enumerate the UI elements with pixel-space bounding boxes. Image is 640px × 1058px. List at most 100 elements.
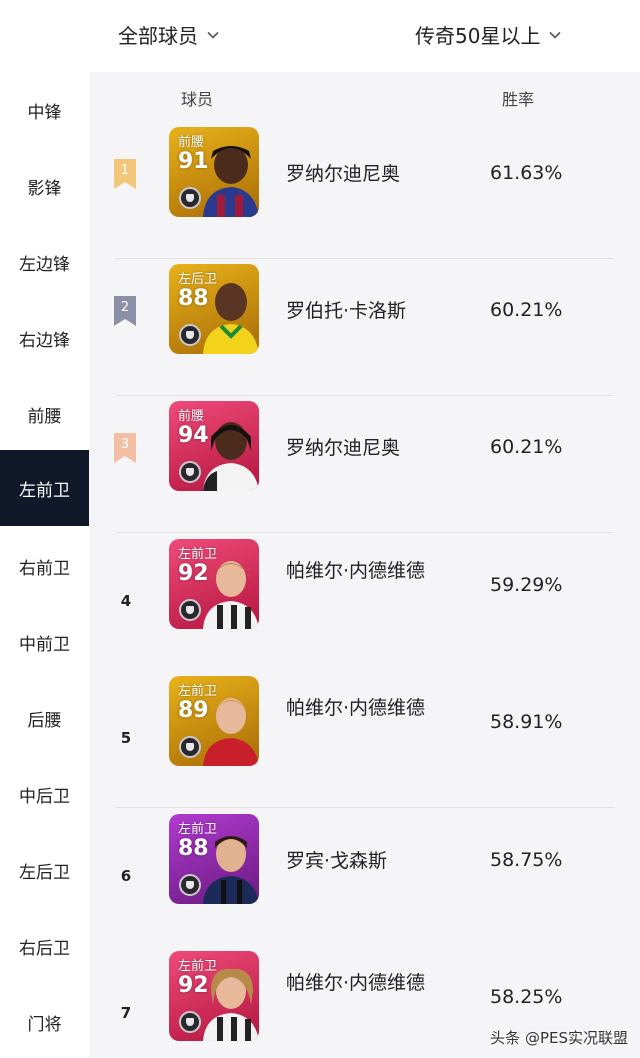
table-header: 球员 胜率 [89, 72, 640, 122]
player-rating: 89 [178, 698, 209, 723]
win-rate: 58.91% [490, 711, 563, 733]
player-rating: 94 [178, 423, 209, 448]
sidebar-item-lb[interactable]: 左后卫 [0, 832, 89, 908]
card-type-badge-icon [179, 874, 201, 896]
chevron-down-icon [207, 31, 219, 39]
table-row[interactable]: 6 左前卫 88 罗宾·戈森斯 58.75% [89, 809, 640, 946]
player-rating: 92 [178, 973, 209, 998]
sidebar-item-label: 中锋 [27, 102, 62, 123]
card-type-badge-icon [179, 1011, 201, 1033]
player-position-label: 左前卫 [178, 547, 218, 562]
sidebar-item-label: 右前卫 [19, 558, 70, 579]
player-position-label: 左前卫 [178, 822, 218, 837]
card-type-badge-icon [179, 736, 201, 758]
sidebar-item-cmf[interactable]: 中前卫 [0, 604, 89, 680]
sidebar-item-label: 后腰 [27, 710, 62, 731]
card-level-dropdown[interactable]: 传奇50星以上 [415, 20, 562, 49]
player-position-label: 前腰 [178, 409, 205, 424]
card-level-label: 传奇50星以上 [415, 24, 541, 48]
player-rating: 88 [178, 836, 209, 861]
row-divider [115, 807, 614, 808]
sidebar-item-lmf[interactable]: 左前卫 [0, 450, 89, 526]
rank-number: 7 [120, 1004, 132, 1022]
column-header-win-rate: 胜率 [502, 90, 535, 109]
sidebar-item-cb[interactable]: 中后卫 [0, 756, 89, 832]
rank-silver-icon: 2 [114, 296, 136, 326]
sidebar-item-dmf[interactable]: 后腰 [0, 680, 89, 756]
player-category-label: 全部球员 [118, 24, 198, 48]
player-card[interactable]: 前腰 94 [169, 401, 259, 491]
chevron-down-icon [549, 31, 562, 39]
win-rate: 59.29% [490, 574, 563, 596]
player-name: 罗宾·戈森斯 [286, 850, 388, 872]
card-type-badge-icon [179, 599, 201, 621]
rank-number: 1 [120, 163, 130, 178]
sidebar-item-label: 中后卫 [19, 786, 70, 807]
player-position-label: 左前卫 [178, 959, 218, 974]
sidebar-item-label: 左后卫 [19, 862, 70, 883]
player-name: 帕维尔·内德维德 [286, 972, 426, 994]
win-rate: 60.21% [490, 299, 563, 321]
player-card[interactable]: 左前卫 89 [169, 676, 259, 766]
sidebar-item-rwf[interactable]: 右边锋 [0, 300, 89, 376]
rank-number: 6 [120, 867, 132, 885]
row-divider [115, 532, 614, 533]
player-name: 罗伯托·卡洛斯 [286, 300, 407, 322]
win-rate: 61.63% [490, 162, 563, 184]
player-position-label: 左前卫 [178, 684, 218, 699]
player-name: 罗纳尔迪尼奥 [286, 437, 401, 459]
player-position-label: 左后卫 [178, 272, 218, 287]
sidebar-item-label: 左边锋 [19, 254, 70, 275]
rank-number: 2 [120, 300, 130, 315]
card-type-badge-icon [179, 187, 201, 209]
app-root: 全部球员 传奇50星以上 中锋 影锋 左边锋 右边锋 前腰 左前卫 右前卫 中前… [0, 0, 640, 1058]
player-card[interactable]: 左前卫 92 [169, 951, 259, 1041]
card-type-badge-icon [179, 461, 201, 483]
sidebar-item-label: 左前卫 [19, 480, 70, 501]
player-rating: 92 [178, 561, 209, 586]
player-card[interactable]: 左前卫 88 [169, 814, 259, 904]
rank-bronze-icon: 3 [114, 433, 136, 463]
card-type-badge-icon [179, 324, 201, 346]
player-position-label: 前腰 [178, 135, 205, 150]
table-row[interactable]: 2 左后卫 88 罗伯托·卡洛斯 60.21% [89, 259, 640, 396]
win-rate: 58.75% [490, 849, 563, 871]
rank-number: 4 [120, 592, 132, 610]
player-rating: 91 [178, 149, 209, 174]
player-card[interactable]: 左前卫 92 [169, 539, 259, 629]
table-row[interactable]: 1 前腰 91 罗纳尔迪尼奥 61.63% [89, 122, 640, 259]
player-name: 帕维尔·内德维德 [286, 697, 426, 719]
sidebar-item-label: 右边锋 [19, 330, 70, 351]
win-rate: 60.21% [490, 436, 563, 458]
player-name: 罗纳尔迪尼奥 [286, 163, 401, 185]
position-sidebar: 中锋 影锋 左边锋 右边锋 前腰 左前卫 右前卫 中前卫 后腰 中后卫 左后卫 … [0, 72, 89, 1058]
sidebar-item-label: 中前卫 [19, 634, 70, 655]
sidebar-item-rb[interactable]: 右后卫 [0, 908, 89, 984]
sidebar-item-lwf[interactable]: 左边锋 [0, 224, 89, 300]
sidebar-item-cf[interactable]: 中锋 [0, 72, 89, 148]
sidebar-item-label: 右后卫 [19, 938, 70, 959]
player-name: 帕维尔·内德维德 [286, 560, 426, 582]
player-category-dropdown[interactable]: 全部球员 [118, 20, 220, 49]
filter-bar: 全部球员 传奇50星以上 [0, 0, 640, 72]
sidebar-item-amf[interactable]: 前腰 [0, 376, 89, 452]
rank-gold-icon: 1 [114, 159, 136, 189]
sidebar-item-label: 门将 [27, 1014, 62, 1035]
sidebar-item-rmf[interactable]: 右前卫 [0, 528, 89, 604]
column-header-player: 球员 [181, 90, 214, 109]
player-card[interactable]: 前腰 91 [169, 127, 259, 217]
player-rating: 88 [178, 286, 209, 311]
rank-number: 5 [120, 729, 132, 747]
watermark: 头条 @PES实况联盟 [490, 1029, 628, 1047]
win-rate: 58.25% [490, 986, 563, 1008]
table-row[interactable]: 3 前腰 94 罗纳尔迪尼奥 60.21% [89, 396, 640, 533]
rank-number: 3 [120, 437, 130, 452]
sidebar-item-label: 前腰 [27, 406, 62, 427]
sidebar-item-label: 影锋 [27, 178, 62, 199]
table-row[interactable]: 4 左前卫 92 帕维尔·内德维德 59.29% [89, 534, 640, 671]
player-card[interactable]: 左后卫 88 [169, 264, 259, 354]
sidebar-item-ss[interactable]: 影锋 [0, 148, 89, 224]
sidebar-item-gk[interactable]: 门将 [0, 984, 89, 1058]
table-row[interactable]: 5 左前卫 89 帕维尔·内德维德 58.91% [89, 671, 640, 808]
ranking-list: 球员 胜率 1 前腰 91 罗纳尔迪尼奥 61.63% 2 左后卫 88 罗伯托… [89, 72, 640, 1058]
